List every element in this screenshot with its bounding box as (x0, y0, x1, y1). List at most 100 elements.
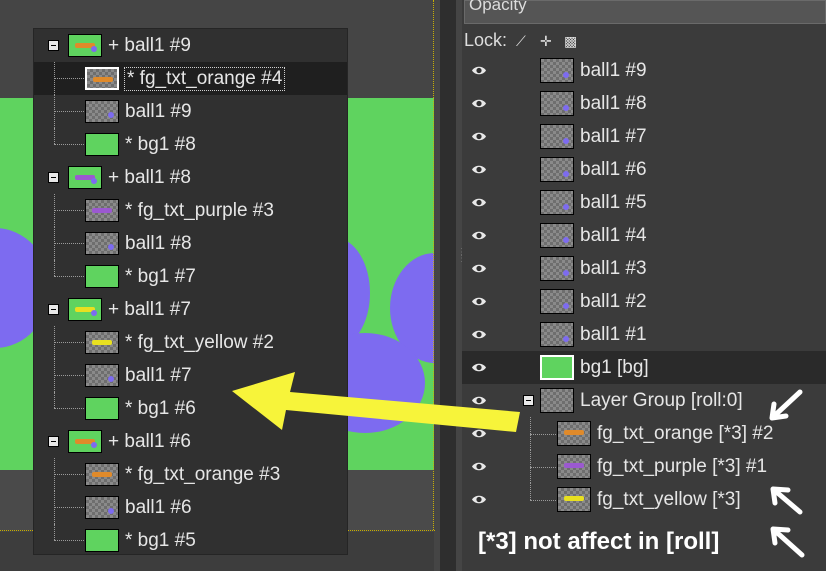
visibility-eye-icon[interactable] (471, 294, 487, 306)
tree-connector (54, 276, 84, 277)
thumb-text-mark (92, 340, 112, 345)
drag-handle-icon[interactable]: ⋮⋮ (457, 248, 467, 270)
tree-group-row[interactable]: + ball1 #7 (34, 293, 347, 326)
visibility-eye-icon[interactable] (471, 162, 487, 174)
thumb-ball-mark (563, 303, 569, 309)
layer-row[interactable]: fg_txt_orange [*3] #2 (462, 417, 826, 450)
tree-item-label: * fg_txt_orange #4 (123, 67, 286, 91)
collapse-icon[interactable] (48, 304, 59, 315)
layer-thumbnail (85, 331, 119, 354)
tree-item-row[interactable]: * fg_txt_purple #3 (34, 194, 347, 227)
visibility-eye-icon[interactable] (471, 393, 487, 405)
collapse-group-icon[interactable] (523, 395, 534, 406)
tree-connector (54, 78, 84, 79)
layer-row[interactable]: bg1 [bg] (462, 351, 826, 384)
thumb-text-mark (92, 208, 112, 213)
tree-item-row[interactable]: ball1 #8 (34, 227, 347, 260)
visibility-eye-icon[interactable] (471, 426, 487, 438)
layer-thumbnail (68, 430, 102, 453)
tree-item-row[interactable]: * bg1 #7 (34, 260, 347, 293)
tree-connector (54, 227, 55, 260)
layer-row[interactable]: ball1 #7 (462, 120, 826, 153)
opacity-slider[interactable]: Opacity (464, 0, 826, 24)
layer-name: ball1 #4 (580, 225, 647, 246)
visibility-eye-icon[interactable] (471, 228, 487, 240)
tree-item-label: * bg1 #7 (125, 266, 196, 287)
visibility-eye-icon[interactable] (471, 492, 487, 504)
tree-connector (54, 210, 84, 211)
layer-thumbnail (540, 91, 574, 116)
tree-group-row[interactable]: + ball1 #8 (34, 161, 347, 194)
tree-item-label: ball1 #9 (125, 101, 192, 122)
tree-connector (54, 524, 55, 540)
layer-thumbnail (540, 388, 574, 413)
layer-row[interactable]: ball1 #5 (462, 186, 826, 219)
layer-row[interactable]: ball1 #2 (462, 285, 826, 318)
tree-item-label: + ball1 #8 (108, 167, 191, 188)
layer-row[interactable]: ball1 #8 (462, 87, 826, 120)
tree-item-row[interactable]: * bg1 #8 (34, 128, 347, 161)
tree-connector (54, 128, 55, 144)
tree-connector (54, 144, 84, 145)
layer-thumbnail (557, 487, 591, 512)
thumb-ball-mark (108, 244, 114, 250)
visibility-eye-icon[interactable] (471, 360, 487, 372)
layer-name: ball1 #2 (580, 291, 647, 312)
checker-icon[interactable]: ▩ (564, 33, 577, 50)
layer-thumbnail (540, 190, 574, 215)
layer-row[interactable]: fg_txt_purple [*3] #1 (462, 450, 826, 483)
tree-item-row[interactable]: * fg_txt_orange #4 (34, 62, 347, 95)
thumb-text-mark (564, 496, 584, 501)
tree-item-row[interactable]: ball1 #9 (34, 95, 347, 128)
layer-name: ball1 #6 (580, 159, 647, 180)
layer-group-row[interactable]: Layer Group [roll:0] (462, 384, 826, 417)
pencil-icon[interactable]: ⟋ (516, 33, 526, 50)
layer-thumbnail (85, 199, 119, 222)
visibility-eye-icon[interactable] (471, 63, 487, 75)
visibility-eye-icon[interactable] (471, 327, 487, 339)
thumb-ball-mark (563, 204, 569, 210)
collapse-icon[interactable] (48, 436, 59, 447)
dock-separator[interactable] (440, 0, 456, 571)
visibility-eye-icon[interactable] (471, 261, 487, 273)
canvas-boundary-right (433, 0, 434, 530)
layer-name: fg_txt_orange [*3] #2 (597, 423, 774, 444)
collapse-icon[interactable] (48, 40, 59, 51)
tree-item-row[interactable]: * fg_txt_yellow #2 (34, 326, 347, 359)
move-icon[interactable]: ✛ (540, 33, 552, 50)
visibility-eye-icon[interactable] (471, 129, 487, 141)
layer-thumbnail (68, 298, 102, 321)
layer-row[interactable]: ball1 #1 (462, 318, 826, 351)
layer-thumbnail (557, 421, 591, 446)
layer-thumbnail (68, 166, 102, 189)
thumb-ball-mark (563, 171, 569, 177)
layer-row[interactable]: ball1 #9 (462, 54, 826, 87)
tree-connector (54, 491, 55, 524)
tree-item-row[interactable]: ball1 #6 (34, 491, 347, 524)
collapse-icon[interactable] (48, 172, 59, 183)
layer-name: ball1 #9 (580, 60, 647, 81)
visibility-eye-icon[interactable] (471, 96, 487, 108)
tree-item-row[interactable]: * fg_txt_orange #3 (34, 458, 347, 491)
tree-group-row[interactable]: + ball1 #9 (34, 29, 347, 62)
tree-item-row[interactable]: * bg1 #6 (34, 392, 347, 425)
tree-connector (54, 540, 84, 541)
thumb-ball-mark (108, 376, 114, 382)
layer-row[interactable]: fg_txt_yellow [*3] (462, 483, 826, 516)
tree-connector (54, 111, 84, 112)
tree-item-row[interactable]: * bg1 #5 (34, 524, 347, 557)
tree-group-row[interactable]: + ball1 #6 (34, 425, 347, 458)
visibility-eye-icon[interactable] (471, 459, 487, 471)
tree-item-label: + ball1 #6 (108, 431, 191, 452)
tree-item-row[interactable]: ball1 #7 (34, 359, 347, 392)
layer-thumbnail (85, 496, 119, 519)
layer-row[interactable]: ball1 #6 (462, 153, 826, 186)
layer-row[interactable]: ball1 #4 (462, 219, 826, 252)
visibility-eye-icon[interactable] (471, 195, 487, 207)
tree-connector (530, 483, 531, 500)
tree-connector (54, 375, 84, 376)
layer-row[interactable]: ball1 #3 (462, 252, 826, 285)
tree-connector (54, 243, 84, 244)
layer-name: bg1 [bg] (580, 357, 649, 378)
layer-name: fg_txt_purple [*3] #1 (597, 456, 768, 477)
